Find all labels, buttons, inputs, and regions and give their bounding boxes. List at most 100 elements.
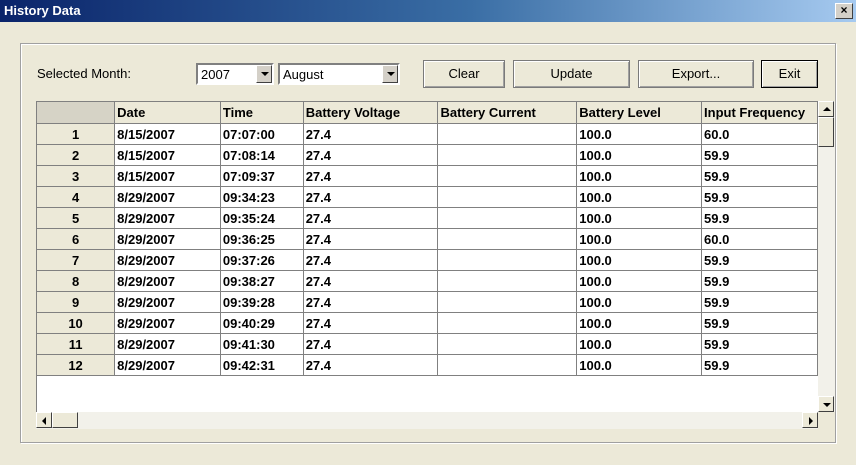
table-row[interactable]: 6 8/29/2007 09:36:25 27.4 100.0 60.0 [37,228,818,250]
table-row[interactable]: 9 8/29/2007 09:39:28 27.4 100.0 59.9 [37,291,818,313]
table-cell[interactable]: 09:36:25 [220,228,304,250]
row-number[interactable]: 8 [37,270,116,292]
column-header[interactable]: Battery Current [437,102,578,124]
table-cell[interactable]: 100.0 [576,144,703,166]
row-number[interactable]: 3 [37,165,116,187]
table-cell[interactable]: 60.0 [701,123,818,145]
table-cell[interactable]: 59.9 [701,207,818,229]
row-number[interactable]: 1 [37,123,116,145]
table-cell[interactable]: 07:07:00 [220,123,304,145]
table-cell[interactable] [437,333,578,355]
history-grid[interactable]: Date Time Battery Voltage Battery Curren… [36,101,818,412]
table-cell[interactable] [437,123,578,145]
table-cell[interactable]: 27.4 [303,123,439,145]
table-cell[interactable]: 100.0 [576,165,703,187]
horizontal-scroll-thumb[interactable] [52,412,78,428]
table-cell[interactable]: 59.9 [701,312,818,334]
table-cell[interactable] [437,207,578,229]
column-header[interactable]: Battery Voltage [303,102,439,124]
table-cell[interactable]: 100.0 [576,249,703,271]
table-cell[interactable]: 27.4 [303,270,439,292]
row-number[interactable]: 12 [37,354,116,376]
table-cell[interactable]: 27.4 [303,186,439,208]
horizontal-scrollbar[interactable] [36,412,818,429]
table-cell[interactable]: 100.0 [576,312,703,334]
table-cell[interactable] [437,354,578,376]
table-cell[interactable]: 60.0 [701,228,818,250]
table-cell[interactable]: 09:38:27 [220,270,304,292]
table-cell[interactable]: 07:08:14 [220,144,304,166]
table-cell[interactable]: 8/29/2007 [114,207,221,229]
table-cell[interactable]: 8/15/2007 [114,165,221,187]
table-cell[interactable]: 100.0 [576,291,703,313]
table-cell[interactable] [437,312,578,334]
scroll-down-button[interactable] [818,396,834,412]
vertical-scroll-thumb[interactable] [818,117,834,147]
row-number[interactable]: 4 [37,186,116,208]
table-cell[interactable] [437,165,578,187]
table-cell[interactable]: 8/15/2007 [114,123,221,145]
table-cell[interactable] [437,291,578,313]
table-cell[interactable] [437,249,578,271]
table-row[interactable]: 11 8/29/2007 09:41:30 27.4 100.0 59.9 [37,333,818,355]
table-cell[interactable]: 8/29/2007 [114,312,221,334]
table-cell[interactable]: 27.4 [303,333,439,355]
close-icon[interactable]: × [835,3,853,19]
clear-button[interactable]: Clear [423,60,505,88]
table-cell[interactable]: 27.4 [303,291,439,313]
table-cell[interactable]: 27.4 [303,144,439,166]
table-cell[interactable]: 09:39:28 [220,291,304,313]
table-cell[interactable] [437,186,578,208]
table-cell[interactable]: 59.9 [701,186,818,208]
column-header[interactable]: Date [114,102,221,124]
table-row[interactable]: 5 8/29/2007 09:35:24 27.4 100.0 59.9 [37,207,818,229]
table-cell[interactable]: 59.9 [701,291,818,313]
table-cell[interactable]: 59.9 [701,354,818,376]
table-cell[interactable]: 59.9 [701,270,818,292]
vertical-scrollbar[interactable] [818,101,835,412]
update-button[interactable]: Update [513,60,630,88]
table-cell[interactable]: 8/29/2007 [114,228,221,250]
table-cell[interactable]: 27.4 [303,312,439,334]
table-cell[interactable]: 09:41:30 [220,333,304,355]
table-row[interactable]: 12 8/29/2007 09:42:31 27.4 100.0 59.9 [37,354,818,376]
table-cell[interactable]: 100.0 [576,354,703,376]
table-cell[interactable]: 100.0 [576,207,703,229]
table-cell[interactable]: 100.0 [576,270,703,292]
row-number[interactable]: 2 [37,144,116,166]
table-cell[interactable]: 8/29/2007 [114,249,221,271]
table-cell[interactable]: 27.4 [303,165,439,187]
table-cell[interactable]: 8/29/2007 [114,186,221,208]
table-cell[interactable]: 09:35:24 [220,207,304,229]
table-row[interactable]: 7 8/29/2007 09:37:26 27.4 100.0 59.9 [37,249,818,271]
scroll-up-button[interactable] [818,101,834,117]
month-select[interactable]: August [278,63,400,85]
table-cell[interactable]: 8/29/2007 [114,354,221,376]
table-row[interactable]: 10 8/29/2007 09:40:29 27.4 100.0 59.9 [37,312,818,334]
table-cell[interactable]: 8/15/2007 [114,144,221,166]
table-cell[interactable]: 09:42:31 [220,354,304,376]
table-cell[interactable] [437,144,578,166]
table-cell[interactable] [437,270,578,292]
table-cell[interactable]: 09:37:26 [220,249,304,271]
year-select[interactable]: 2007 [196,63,274,85]
month-dropdown-button[interactable] [382,65,398,83]
table-cell[interactable]: 59.9 [701,333,818,355]
exit-button[interactable]: Exit [761,60,818,88]
scroll-right-button[interactable] [802,412,818,428]
row-number[interactable]: 7 [37,249,116,271]
scroll-left-button[interactable] [36,412,52,428]
table-cell[interactable] [437,228,578,250]
table-cell[interactable]: 09:40:29 [220,312,304,334]
table-row[interactable]: 2 8/15/2007 07:08:14 27.4 100.0 59.9 [37,144,818,166]
table-cell[interactable]: 100.0 [576,123,703,145]
table-cell[interactable]: 07:09:37 [220,165,304,187]
table-cell[interactable]: 27.4 [303,249,439,271]
row-number[interactable]: 6 [37,228,116,250]
export-button[interactable]: Export... [638,60,754,88]
table-cell[interactable]: 100.0 [576,228,703,250]
table-cell[interactable]: 09:34:23 [220,186,304,208]
column-header[interactable]: Time [220,102,304,124]
table-cell[interactable]: 27.4 [303,228,439,250]
table-cell[interactable]: 8/29/2007 [114,270,221,292]
